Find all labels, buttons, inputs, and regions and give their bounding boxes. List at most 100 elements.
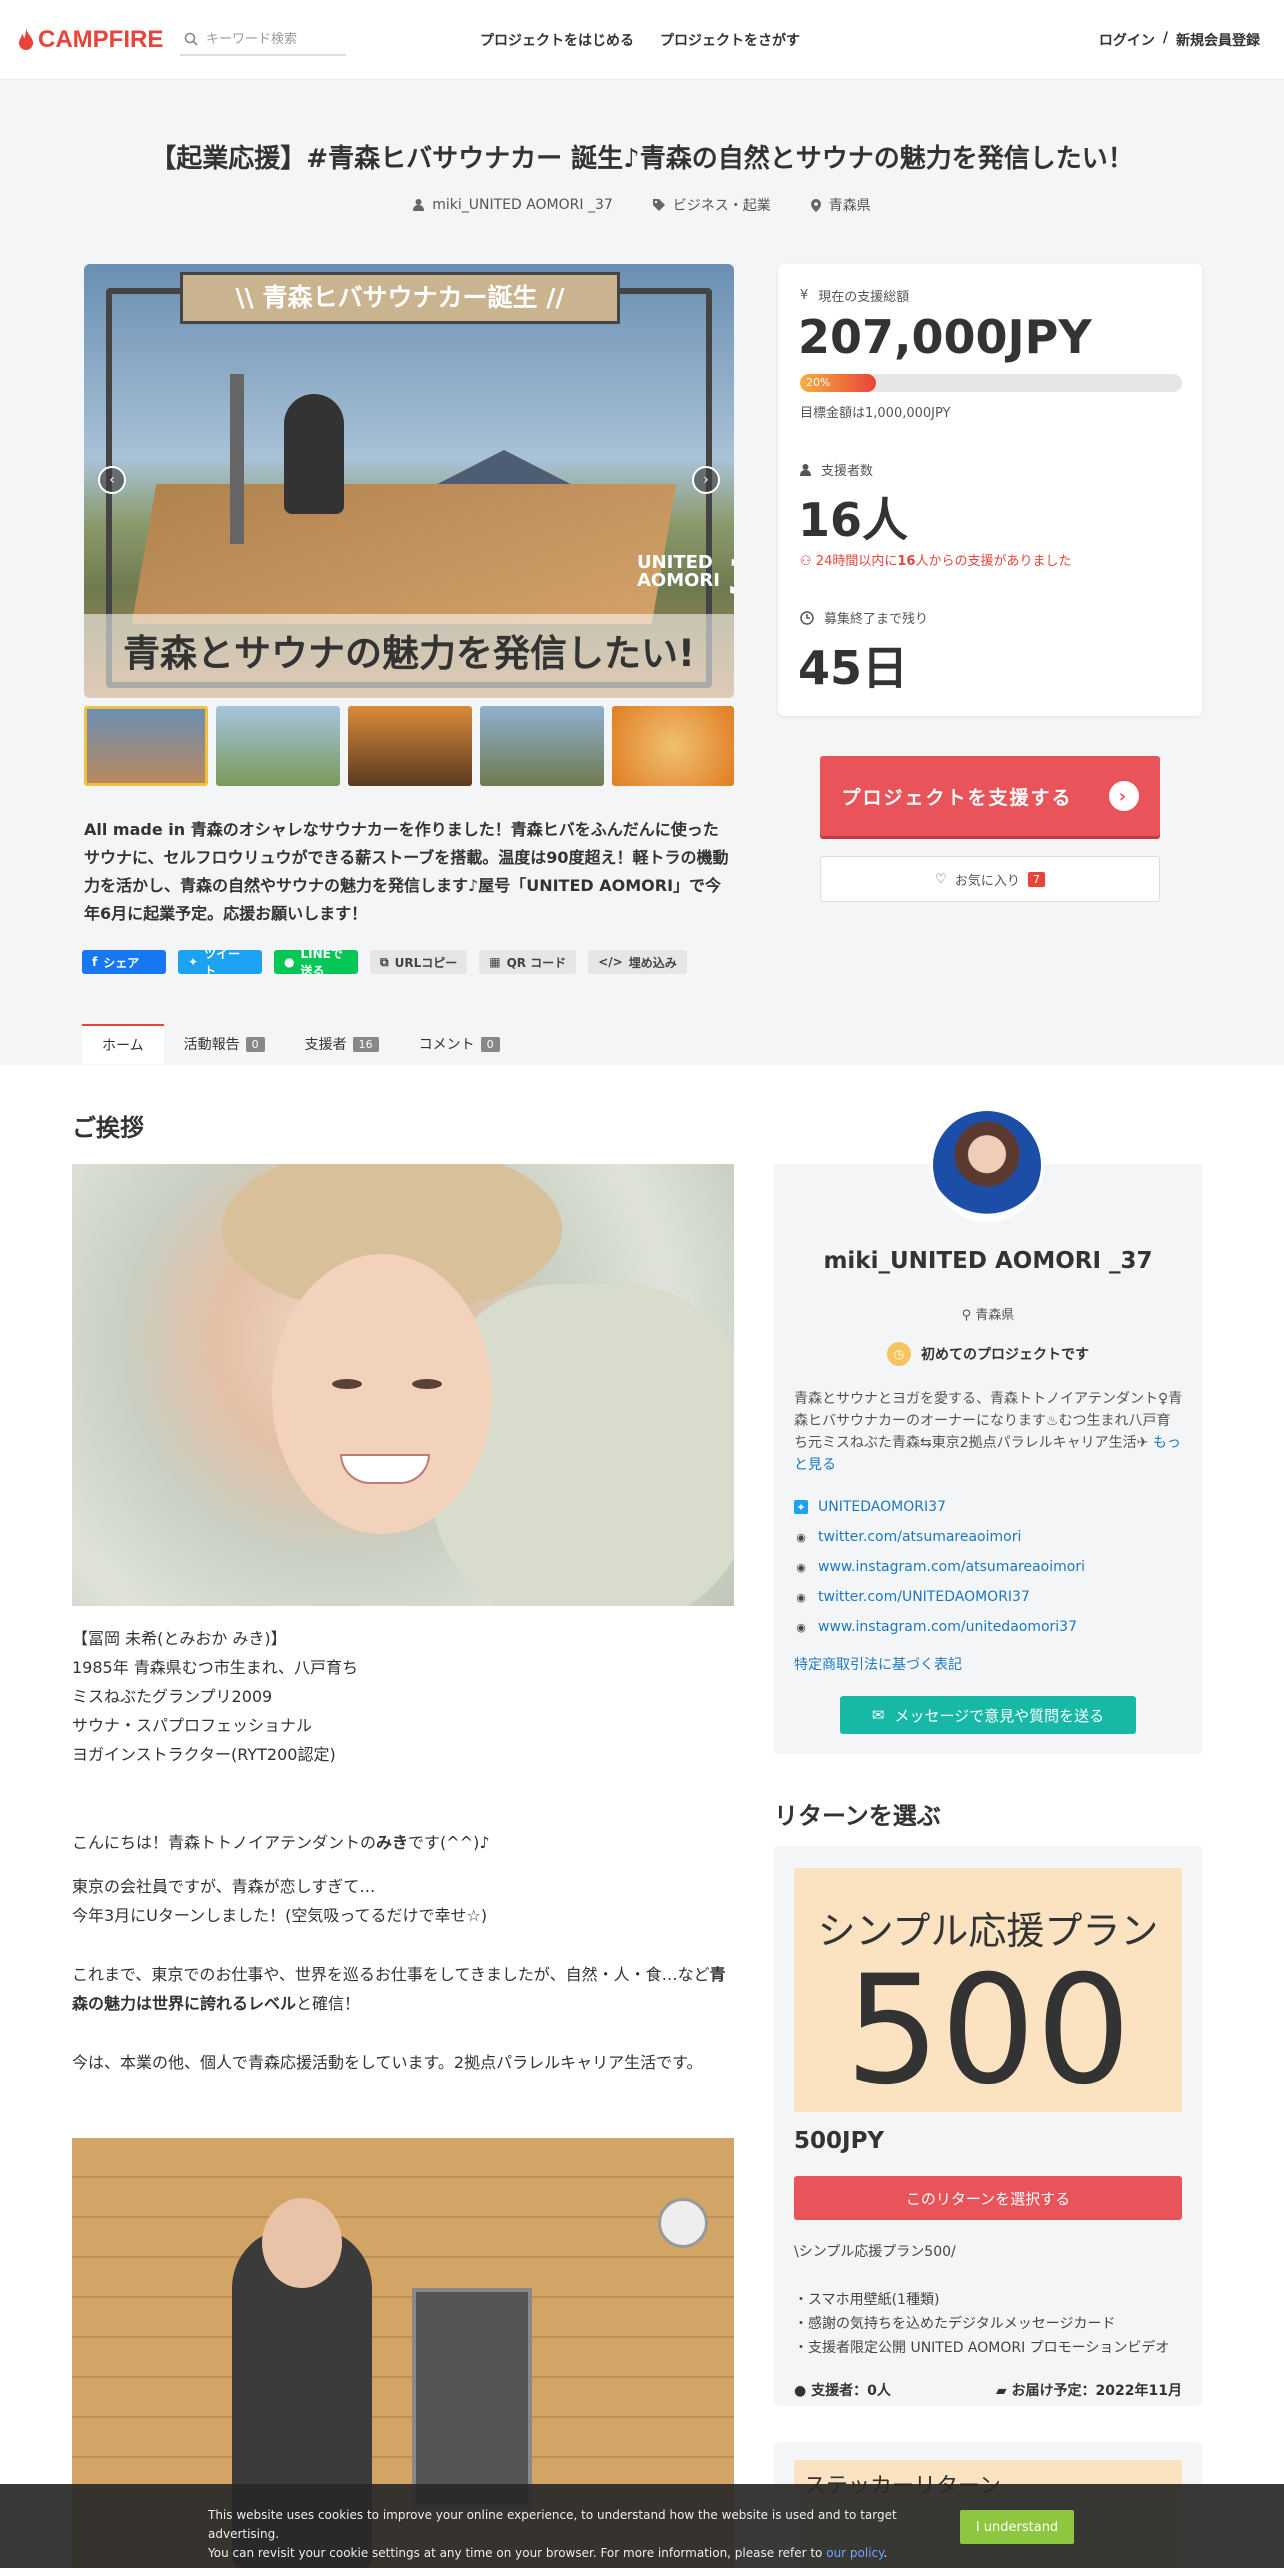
owner-profile-text: 青森とサウナとヨガを愛する、青森トトノイアテンダント♀青森ヒバサウナカーのオーナ…: [794, 1388, 1184, 1476]
tab-reports[interactable]: 活動報告 0: [164, 1024, 285, 1064]
logo-text: CAMPFIRE: [38, 26, 164, 53]
thumbnail-strip: [84, 706, 734, 786]
owner-link-web[interactable]: ◉ www.instagram.com/unitedaomori37: [794, 1612, 1085, 1642]
hero-car-deck: [131, 484, 677, 624]
url-copy-button[interactable]: ⧉ URLコピー: [370, 950, 468, 974]
user-icon: [800, 463, 811, 476]
tab-comments[interactable]: コメント 0: [399, 1024, 520, 1064]
cookie-line-1: This website uses cookies to improve you…: [208, 2508, 897, 2541]
line-share-button[interactable]: ● LINEで送る: [274, 947, 358, 978]
line-share-label: LINEで送る: [300, 947, 343, 978]
select-return-button[interactable]: このリターンを選択する: [794, 2176, 1182, 2220]
intro-post: です(^^)♪: [408, 1833, 490, 1852]
globe-icon: ◉: [796, 1560, 806, 1574]
owner-link-label: UNITEDAOMORI37: [818, 1499, 946, 1515]
login-link[interactable]: ログイン: [1099, 30, 1155, 50]
remaining-days: 45日: [798, 641, 909, 695]
favorite-button[interactable]: ♡ お気に入り 7: [820, 856, 1160, 902]
cookie-text: This website uses cookies to improve you…: [208, 2506, 948, 2563]
project-title: 【起業応援】#青森ヒバサウナカー 誕生♪青森の自然とサウナの魅力を発信したい！: [150, 144, 1134, 174]
send-message-button[interactable]: ✉ メッセージで意見や質問を送る: [840, 1696, 1136, 1734]
progress-fill: 20%: [800, 374, 877, 392]
goal-amount: 目標金額は1,000,000JPY: [800, 406, 951, 421]
tag-icon: [652, 199, 665, 211]
recent-num: 16: [897, 554, 916, 569]
thumbnail-2[interactable]: [216, 706, 340, 786]
send-message-label: メッセージで意見や質問を送る: [894, 1706, 1105, 1725]
flame-icon: [19, 28, 33, 50]
hero-brand-line2: AOMORI: [636, 570, 720, 591]
intro-paragraph: こんにちは！青森トトノイアテンダントのみきです(^^)♪: [72, 1828, 490, 1857]
qr-code-button[interactable]: ▦ QR コード: [479, 950, 577, 974]
meta-owner[interactable]: miki_UNITED AOMORI _37: [413, 195, 613, 215]
owner-link-label: www.instagram.com/atsumareaoimori: [818, 1559, 1085, 1575]
clock-icon: [800, 610, 814, 625]
nav-find-project[interactable]: プロジェクトをさがす: [660, 30, 800, 50]
thumbnail-3[interactable]: [348, 706, 472, 786]
owner-link-web[interactable]: ◉ twitter.com/atsumareaoimori: [794, 1522, 1085, 1552]
globe-icon: ◉: [796, 1620, 806, 1634]
owner-link-twitter[interactable]: ✦ UNITEDAOMORI37: [794, 1492, 1085, 1522]
photo-face: [272, 1254, 492, 1534]
return-description: \シンプル応援プラン500/ ・スマホ用壁紙(1種類) ・感謝の気持ちを込めたデ…: [794, 2244, 1170, 2356]
qr-icon: ▦: [489, 955, 501, 969]
hero-brand-number: 37: [727, 554, 734, 602]
recent-pre: 24時間以内に: [815, 554, 898, 569]
user-plus-icon: ⚇: [800, 554, 816, 569]
owner-links: ✦ UNITEDAOMORI37 ◉ twitter.com/atsumareaoi…: [794, 1492, 1085, 1642]
cookie-accept-button[interactable]: I understand: [960, 2510, 1074, 2544]
twitter-icon: ✦: [188, 955, 199, 969]
campfire-logo[interactable]: CAMPFIRE: [18, 26, 163, 54]
twitter-share-button[interactable]: ✦ ツイート: [178, 947, 262, 978]
tab-home-label: ホーム: [102, 1038, 144, 1054]
hero-image[interactable]: \\ 青森ヒバサウナカー誕生 // UNITED AOMORI 37 青森とサウ…: [84, 264, 734, 698]
cookie-line-2-text: You can revisit your cookie settings at …: [208, 2546, 823, 2560]
search-input[interactable]: [206, 31, 336, 47]
heart-icon: ♡: [935, 871, 947, 887]
hero-chimney: [230, 374, 244, 544]
owner-avatar[interactable]: [930, 1108, 1044, 1222]
support-project-button[interactable]: プロジェクトを支援する ›: [820, 756, 1160, 836]
nav-start-project[interactable]: プロジェクトをはじめる: [480, 30, 634, 50]
meta-location[interactable]: 青森県: [810, 195, 871, 215]
first-project-label: 初めてのプロジェクトです: [921, 1347, 1089, 1363]
photo-eyes: [332, 1379, 442, 1393]
support-label: プロジェクトを支援する: [841, 786, 1073, 809]
tab-backers[interactable]: 支援者 16: [285, 1024, 399, 1064]
hero-caption: 青森とサウナの魅力を発信したい!: [84, 614, 734, 698]
recent-backers: ⚇ 24時間以内に16人からの支援がありました: [800, 550, 1071, 569]
search-box[interactable]: [180, 24, 346, 56]
owner-link-label: twitter.com/atsumareaoimori: [818, 1529, 1022, 1545]
truck-icon: ▰: [995, 2383, 1012, 2399]
return-delivery-label: お届け予定：2022年11月: [1011, 2383, 1182, 2399]
embed-button[interactable]: </> 埋め込み: [588, 950, 687, 974]
chevron-right-icon: ›: [1108, 781, 1139, 811]
thumbnail-4[interactable]: [480, 706, 604, 786]
return-image[interactable]: シンプル応援プラン 500: [794, 1868, 1182, 2112]
prev-slide-icon[interactable]: ‹: [98, 466, 126, 494]
facebook-share-button[interactable]: f シェア: [82, 950, 166, 974]
owner-link-web[interactable]: ◉ twitter.com/UNITEDAOMORI37: [794, 1582, 1085, 1612]
commercial-law-link[interactable]: 特定商取引法に基づく表記: [794, 1654, 962, 1674]
owner-link-web[interactable]: ◉ www.instagram.com/atsumareaoimori: [794, 1552, 1085, 1582]
share-buttons: f シェア ✦ ツイート ● LINEで送る ⧉ URLコピー ▦ QR コード </> 埋…: [82, 947, 687, 978]
meta-owner-name: miki_UNITED AOMORI _37: [432, 197, 613, 213]
owner-name[interactable]: miki_UNITED AOMORI _37: [774, 1248, 1202, 1274]
bio-line: 1985年 青森県むつ市生まれ、八戸育ち: [72, 1658, 358, 1677]
cookie-policy-link[interactable]: our policy: [826, 2546, 883, 2560]
return-backers: ● 支援者：0人: [794, 2380, 891, 2400]
project-tabs: ホーム 活動報告 0 支援者 16 コメント 0: [82, 1024, 520, 1064]
thumbnail-1[interactable]: [84, 706, 208, 786]
next-slide-icon[interactable]: ›: [692, 466, 720, 494]
thumbnail-5[interactable]: [612, 706, 734, 786]
map-pin-icon: [810, 198, 821, 212]
owner-bio: 【冨岡 未希(とみおか みき)】 1985年 青森県むつ市生まれ、八戸育ち ミス…: [72, 1624, 358, 1769]
meta-category[interactable]: ビジネス・起業: [652, 195, 771, 215]
twitter-share-label: ツイート: [204, 947, 241, 978]
cookie-banner: This website uses cookies to improve you…: [0, 2484, 1284, 2568]
tab-backers-label: 支援者: [304, 1037, 347, 1053]
tab-home[interactable]: ホーム: [82, 1024, 164, 1064]
signup-link[interactable]: 新規会員登録: [1176, 30, 1260, 50]
favorite-label: お気に入り: [954, 873, 1020, 889]
bio-line: ヨガインストラクター(RYT200認定): [72, 1745, 336, 1764]
